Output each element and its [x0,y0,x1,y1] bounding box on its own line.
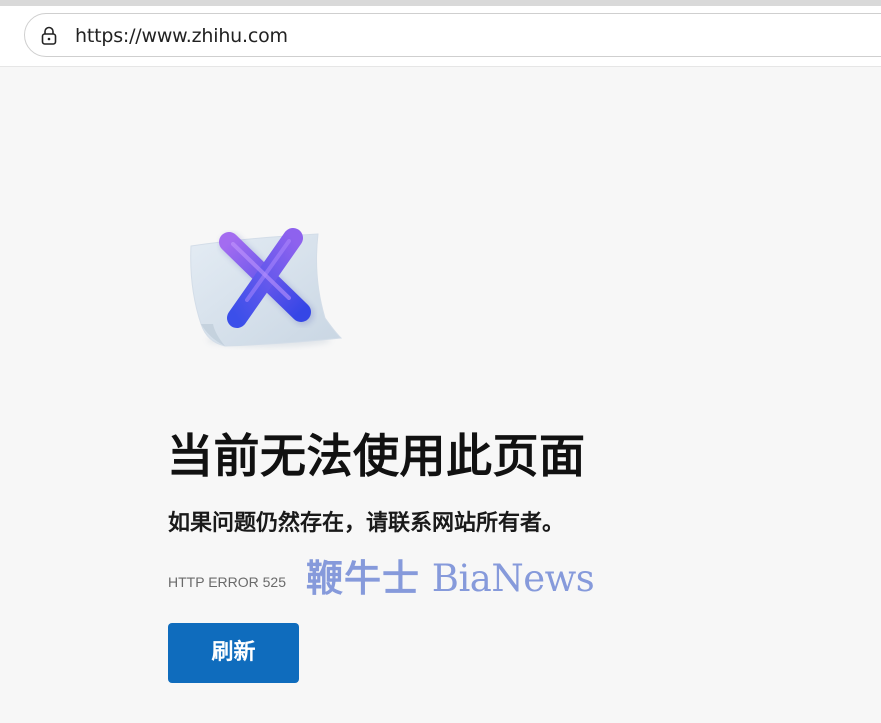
bianews-watermark: 鞭牛士 BiaNews [306,552,595,605]
lock-icon[interactable] [38,25,60,47]
error-headline: 当前无法使用此页面 [167,429,586,483]
error-code: HTTP ERROR 525 [168,574,286,590]
watermark-chinese: 鞭牛士 [306,556,420,600]
refresh-button[interactable]: 刷新 [168,623,299,683]
error-subtext: 如果问题仍然存在，请联系网站所有者。 [168,511,565,536]
browser-toolbar: https://www.zhihu.com [0,6,881,67]
url-text[interactable]: https://www.zhihu.com [75,14,288,58]
error-x-document-icon [185,228,345,352]
watermark-english: BiaNews [431,557,595,600]
address-bar[interactable]: https://www.zhihu.com [24,13,881,57]
